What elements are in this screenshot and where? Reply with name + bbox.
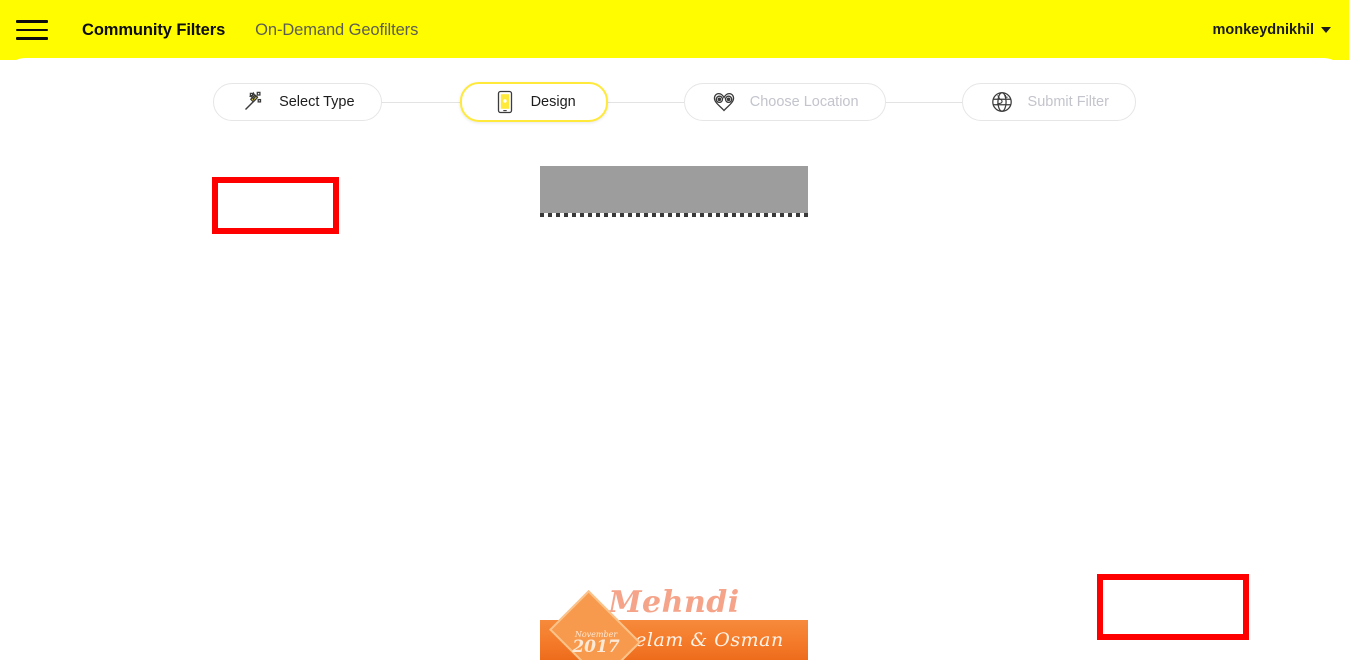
top-navigation-bar: Community Filters On-Demand Geofilters m… xyxy=(0,0,1349,60)
crop-cut-line xyxy=(540,213,808,217)
filter-bottom-banner: Mehndi Neelam & Osman November 2017 xyxy=(540,564,808,660)
phone-icon xyxy=(492,89,518,115)
step-choose-location[interactable]: Choose Location xyxy=(683,83,886,121)
magic-wand-icon xyxy=(240,89,266,115)
heart-map-pin-icon xyxy=(711,89,737,115)
step-submit-filter[interactable]: Submit Filter xyxy=(961,83,1136,121)
step-label: Select Type xyxy=(279,94,355,110)
workflow-stepper: Select Type Design Choose Location Submi… xyxy=(0,76,1349,128)
hamburger-bar xyxy=(16,37,48,40)
step-label: Submit Filter xyxy=(1027,94,1109,110)
step-connector xyxy=(885,101,962,103)
nav-item-community-filters[interactable]: Community Filters xyxy=(82,21,225,40)
filter-date-year: 2017 xyxy=(572,637,620,657)
step-design[interactable]: Design xyxy=(459,82,608,122)
step-select-type[interactable]: Select Type xyxy=(213,83,382,121)
step-connector xyxy=(381,101,460,103)
step-label: Design xyxy=(530,94,576,110)
globe-icon xyxy=(989,89,1015,115)
user-account-menu[interactable]: monkeydnikhil xyxy=(1212,22,1331,38)
caret-down-icon xyxy=(1321,27,1331,33)
username-label: monkeydnikhil xyxy=(1212,22,1314,38)
filter-date-text: November 2017 xyxy=(562,631,630,656)
hamburger-bar xyxy=(16,20,48,23)
crop-mask-overlay xyxy=(540,166,808,213)
hamburger-menu-icon[interactable] xyxy=(16,17,50,43)
step-label: Choose Location xyxy=(749,94,859,110)
nav-item-on-demand-geofilters[interactable]: On-Demand Geofilters xyxy=(255,21,418,40)
hamburger-bar xyxy=(16,28,48,32)
step-connector xyxy=(607,101,684,103)
